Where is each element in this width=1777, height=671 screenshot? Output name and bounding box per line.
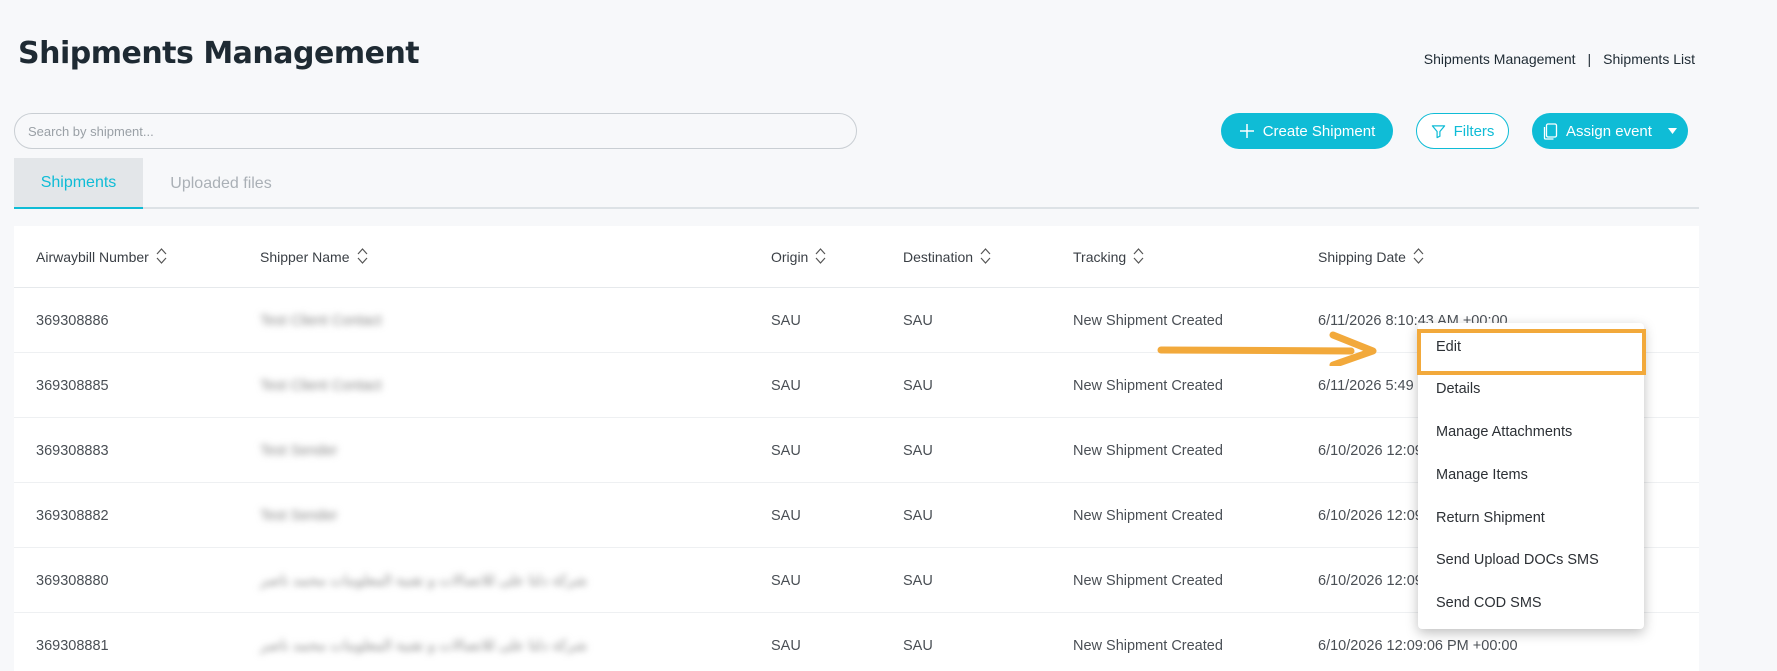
sort-icon	[156, 247, 167, 268]
table-header: Airwaybill Number Shipper Name Origin De…	[14, 226, 1699, 288]
column-label: Shipper Name	[260, 249, 350, 265]
breadcrumb-separator: |	[1587, 51, 1592, 67]
caret-down-icon	[1667, 128, 1677, 134]
column-header-tracking[interactable]: Tracking	[1073, 226, 1144, 288]
sort-icon	[357, 247, 368, 268]
sort-icon	[980, 247, 991, 268]
menu-item-send-cod-sms[interactable]: Send COD SMS	[1418, 582, 1644, 624]
column-header-airwaybill[interactable]: Airwaybill Number	[36, 226, 167, 288]
tab-shipments[interactable]: Shipments	[14, 158, 143, 209]
cell-shipper: Test Sender	[260, 507, 338, 524]
menu-item-manage-attachments[interactable]: Manage Attachments	[1418, 411, 1644, 453]
cell-origin: SAU	[771, 312, 801, 329]
cell-origin: SAU	[771, 377, 801, 394]
cell-awb: 369308886	[36, 312, 109, 329]
assign-event-label: Assign event	[1566, 122, 1652, 140]
cell-awb: 369308881	[36, 637, 109, 654]
cell-origin: SAU	[771, 637, 801, 654]
menu-item-manage-items[interactable]: Manage Items	[1418, 454, 1644, 496]
cell-awb: 369308880	[36, 572, 109, 589]
breadcrumb-shipments-list[interactable]: Shipments List	[1603, 51, 1695, 67]
column-header-destination[interactable]: Destination	[903, 226, 991, 288]
cell-tracking: New Shipment Created	[1073, 572, 1223, 589]
cell-shipper: Test Client Contact	[260, 377, 382, 394]
cell-destination: SAU	[903, 572, 933, 589]
cell-origin: SAU	[771, 442, 801, 459]
menu-item-send-upload-docs-sms[interactable]: Send Upload DOCs SMS	[1418, 539, 1644, 581]
sort-icon	[1133, 247, 1144, 268]
column-label: Origin	[771, 249, 809, 265]
cell-shipper: Test Client Contact	[260, 312, 382, 329]
column-header-shipping-date[interactable]: Shipping Date	[1318, 226, 1424, 288]
create-shipment-button[interactable]: Create Shipment	[1221, 113, 1393, 149]
column-header-shipper-name[interactable]: Shipper Name	[260, 226, 368, 288]
cell-date: 6/10/2026 12:09	[1318, 507, 1423, 524]
page-title: Shipments Management	[18, 36, 420, 71]
cell-destination: SAU	[903, 442, 933, 459]
cell-destination: SAU	[903, 377, 933, 394]
tab-uploaded-files[interactable]: Uploaded files	[156, 158, 286, 209]
search-input[interactable]	[14, 113, 857, 149]
annotation-highlight-box	[1417, 329, 1646, 375]
cell-tracking: New Shipment Created	[1073, 442, 1223, 459]
cell-awb: 369308885	[36, 377, 109, 394]
filters-button[interactable]: Filters	[1416, 113, 1509, 149]
menu-item-return-shipment[interactable]: Return Shipment	[1418, 497, 1644, 539]
cell-tracking: New Shipment Created	[1073, 507, 1223, 524]
cell-date: 6/10/2026 12:09	[1318, 572, 1423, 589]
cell-tracking: New Shipment Created	[1073, 637, 1223, 654]
cell-shipper: Test Sender	[260, 442, 338, 459]
column-header-origin[interactable]: Origin	[771, 226, 826, 288]
assign-event-button[interactable]: Assign event	[1532, 113, 1688, 149]
filters-label: Filters	[1453, 122, 1495, 140]
cell-destination: SAU	[903, 507, 933, 524]
plus-icon	[1239, 123, 1255, 139]
cell-origin: SAU	[771, 507, 801, 524]
create-shipment-label: Create Shipment	[1262, 122, 1376, 140]
sort-icon	[815, 247, 826, 268]
cell-origin: SAU	[771, 572, 801, 589]
tab-bar: Shipments Uploaded files	[14, 158, 1699, 209]
cell-awb: 369308882	[36, 507, 109, 524]
cell-shipper: شركة دلتا على للاتصالات و تقنية المعلوما…	[260, 637, 588, 654]
cell-awb: 369308883	[36, 442, 109, 459]
column-label: Airwaybill Number	[36, 249, 149, 265]
cell-shipper: شركة دلتا على للاتصالات و تقنية المعلوما…	[260, 572, 588, 589]
cell-destination: SAU	[903, 637, 933, 654]
filter-icon	[1431, 124, 1446, 139]
cell-date: 6/10/2026 12:09	[1318, 442, 1423, 459]
column-label: Shipping Date	[1318, 249, 1406, 265]
column-label: Tracking	[1073, 249, 1127, 265]
cell-destination: SAU	[903, 312, 933, 329]
breadcrumb-shipments-management[interactable]: Shipments Management	[1424, 51, 1576, 67]
document-icon	[1543, 122, 1558, 140]
annotation-arrow	[1155, 330, 1377, 371]
column-label: Destination	[903, 249, 974, 265]
breadcrumb: Shipments Management | Shipments List	[1424, 51, 1695, 67]
sort-icon	[1413, 247, 1424, 268]
